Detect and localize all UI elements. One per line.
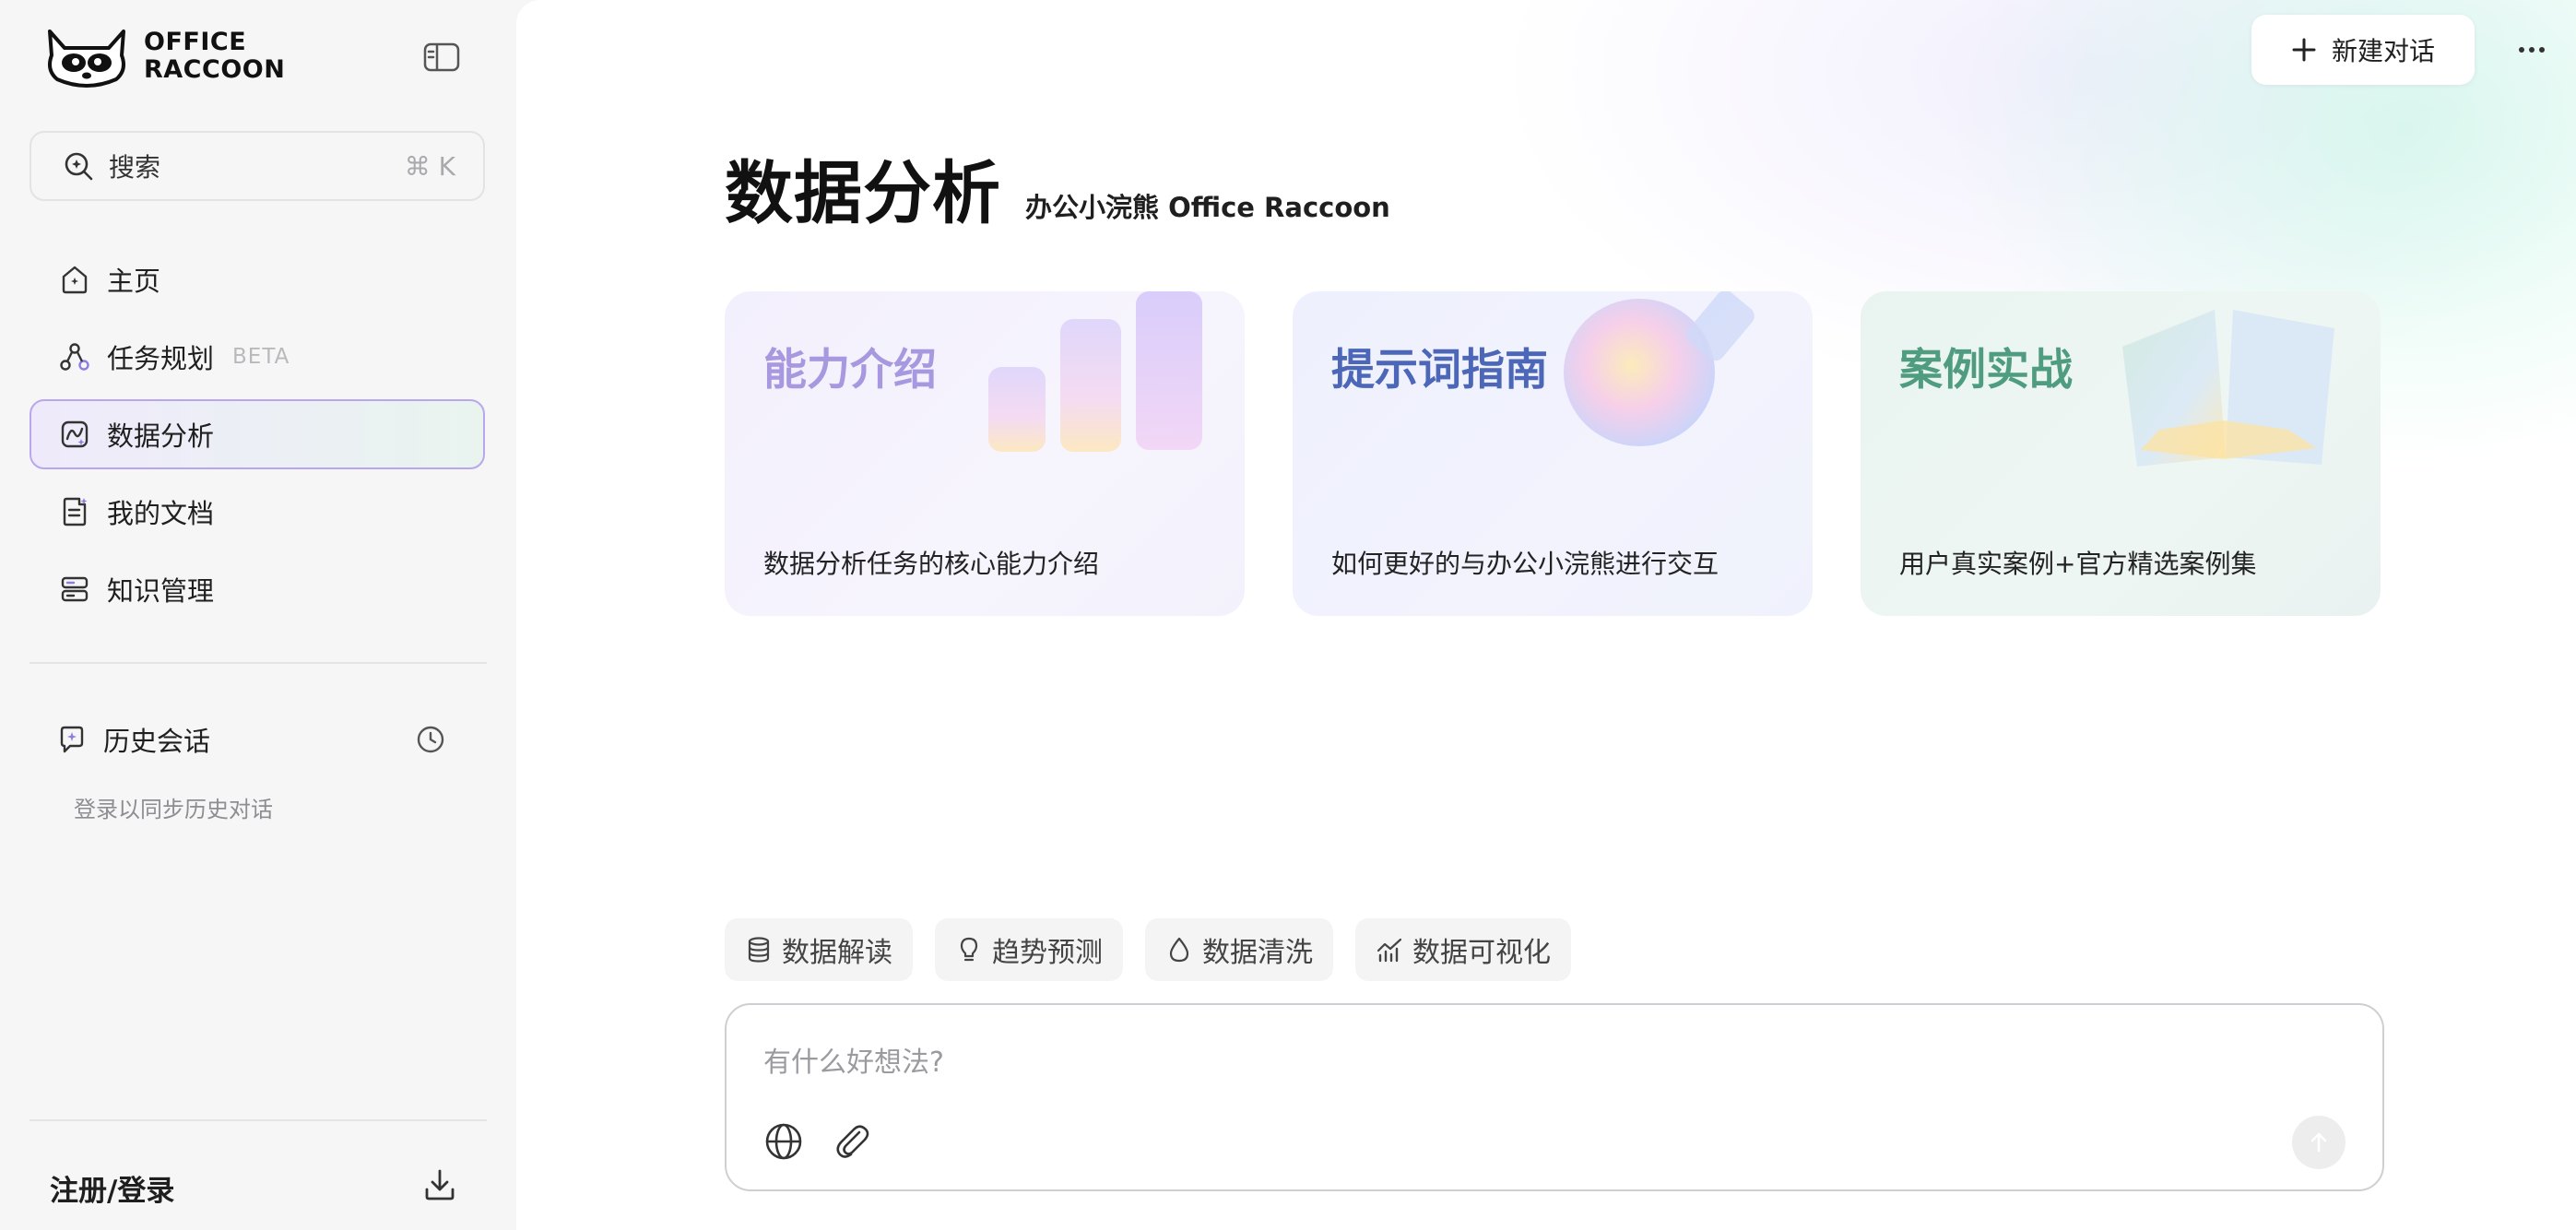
arrow-up-icon: [2310, 1132, 2327, 1153]
data-analysis-icon: [61, 420, 89, 448]
sidebar-item-label: 任务规划: [107, 343, 215, 374]
chip-data-visualization[interactable]: 数据可视化: [1355, 918, 1571, 981]
card-prompt-guide[interactable]: 提示词指南 如何更好的与办公小浣熊进行交互: [1293, 291, 1813, 616]
history-hint: 登录以同步历史对话: [74, 797, 273, 822]
sidebar-item-my-docs[interactable]: 我的文档: [30, 477, 485, 547]
card-title: 能力介绍: [763, 345, 937, 396]
chart-icon: [1377, 938, 1402, 963]
lightbulb-illustration: [1564, 291, 1755, 446]
feature-cards: 能力介绍 数据分析任务的核心能力介绍 提示词指南 如何更好的与办公小浣熊进行交互: [725, 291, 2381, 616]
page-title: 数据分析: [725, 154, 1001, 233]
card-case-studies[interactable]: 案例实战 用户真实案例+官方精选案例集: [1861, 291, 2381, 616]
home-icon: [62, 266, 88, 294]
chip-data-cleaning[interactable]: 数据清洗: [1145, 918, 1333, 981]
new-chat-button[interactable]: 新建对话: [2251, 15, 2475, 85]
search-icon: [65, 152, 93, 181]
more-icon: [2519, 47, 2545, 53]
chip-label: 数据清洗: [1202, 937, 1313, 969]
sidebar: OFFICE RACCOON 搜索 ⌘ K 主页 任务规划 BETA 数据分析 …: [0, 0, 516, 1230]
sidebar-divider: [30, 1119, 487, 1121]
sidebar-nav: 主页 任务规划 BETA 数据分析 我的文档 知识管理: [30, 244, 485, 632]
download-icon[interactable]: [422, 1167, 457, 1202]
plus-icon: [2292, 38, 2316, 62]
sidebar-item-data-analysis[interactable]: 数据分析: [30, 399, 485, 469]
open-book-illustration: [2122, 310, 2334, 467]
chat-composer: [725, 1003, 2384, 1191]
main-panel: 新建对话 数据分析 办公小浣熊 Office Raccoon 能力介绍 数据分析…: [516, 0, 2576, 1230]
lightbulb-icon: [960, 937, 978, 962]
knowledge-icon: [61, 576, 89, 602]
card-title: 案例实战: [1899, 345, 2073, 396]
page-header: 数据分析 办公小浣熊 Office Raccoon: [725, 138, 1390, 237]
card-description: 如何更好的与办公小浣熊进行交互: [1331, 549, 1719, 579]
card-capabilities[interactable]: 能力介绍 数据分析任务的核心能力介绍: [725, 291, 1245, 616]
sidebar-item-knowledge[interactable]: 知识管理: [30, 554, 485, 624]
chip-label: 数据解读: [782, 937, 892, 969]
droplet-icon: [1169, 937, 1189, 963]
bar-cylinders-illustration: [988, 291, 1202, 452]
raccoon-logo-icon: [48, 30, 125, 88]
clock-icon[interactable]: [415, 724, 446, 755]
chip-trend-forecast[interactable]: 趋势预测: [935, 918, 1123, 981]
database-icon: [748, 937, 770, 963]
search-label: 搜索: [109, 152, 161, 183]
page-subtitle: 办公小浣熊 Office Raccoon: [1025, 192, 1390, 223]
sidebar-toggle-icon: [423, 42, 460, 72]
chip-label: 趋势预测: [992, 937, 1103, 969]
chip-data-interpretation[interactable]: 数据解读: [725, 918, 913, 981]
sidebar-item-label: 知识管理: [107, 575, 215, 607]
sidebar-item-label: 数据分析: [107, 420, 215, 452]
logo-wordmark: OFFICE RACCOON: [144, 28, 286, 84]
document-icon: [63, 497, 88, 526]
paperclip-icon[interactable]: [832, 1121, 872, 1162]
history-section[interactable]: 历史会话: [30, 704, 485, 775]
new-chat-label: 新建对话: [2331, 36, 2435, 66]
sidebar-item-home[interactable]: 主页: [30, 244, 485, 314]
chat-input[interactable]: [763, 1042, 2331, 1082]
sidebar-toggle-button[interactable]: [422, 41, 461, 74]
app-logo[interactable]: OFFICE RACCOON: [42, 24, 285, 89]
search-box[interactable]: 搜索 ⌘ K: [30, 131, 485, 201]
sidebar-item-label: 我的文档: [107, 498, 215, 529]
card-description: 用户真实案例+官方精选案例集: [1899, 549, 2257, 579]
quick-prompt-chips: 数据解读 趋势预测 数据清洗 数据可视化: [725, 918, 1571, 981]
task-plan-icon: [60, 343, 89, 371]
more-menu-button[interactable]: [2513, 33, 2550, 66]
search-shortcut: ⌘ K: [404, 150, 455, 182]
chip-label: 数据可视化: [1412, 937, 1551, 969]
beta-badge: BETA: [232, 345, 290, 369]
sidebar-item-task-planning[interactable]: 任务规划 BETA: [30, 322, 485, 392]
login-button[interactable]: 注册/登录: [50, 1167, 174, 1209]
globe-icon[interactable]: [763, 1121, 804, 1162]
chat-history-icon: [60, 726, 84, 753]
send-button[interactable]: [2292, 1116, 2346, 1169]
card-description: 数据分析任务的核心能力介绍: [763, 549, 1100, 579]
card-title: 提示词指南: [1331, 345, 1548, 396]
history-label: 历史会话: [103, 726, 211, 757]
sidebar-divider: [30, 662, 487, 664]
sidebar-item-label: 主页: [107, 266, 161, 297]
